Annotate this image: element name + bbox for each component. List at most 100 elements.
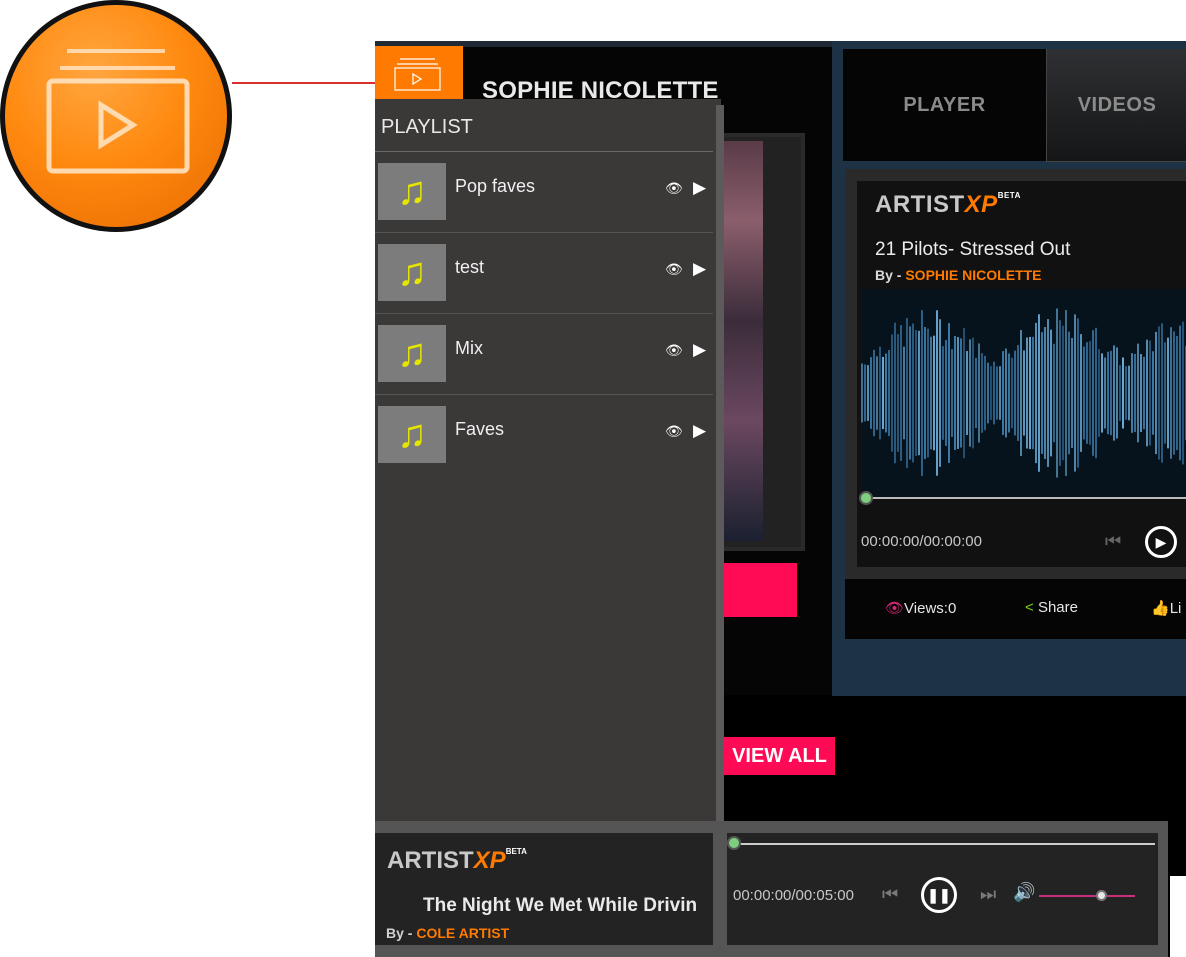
eye-icon[interactable]: 👁 [665,261,683,278]
waveform-bar [1113,345,1115,441]
waveform-bar [969,339,971,447]
play-icon[interactable]: ▶ [693,178,706,198]
play-icon[interactable]: ▶ [693,340,706,360]
waveform-bar [1083,346,1085,440]
mini-seek-bar[interactable] [735,843,1155,845]
waveform-bar [1038,314,1040,472]
eye-icon[interactable]: 👁 [665,423,683,440]
eye-icon[interactable]: 👁 [665,342,683,359]
logo-accent: XP [964,191,998,218]
waveform-bar [1119,365,1121,421]
play-button[interactable]: ▶ [1145,526,1177,558]
waveform-bar [1017,345,1019,441]
waveform-bar [1149,340,1151,446]
prev-icon[interactable]: ⏮ [882,884,898,905]
next-icon[interactable]: ⏭ [980,884,996,905]
waveform-bar [897,334,899,452]
artist-link[interactable]: COLE ARTIST [416,925,509,941]
player-tabs: PLAYER VIDEOS [843,49,1186,162]
waveform-bar [1050,329,1052,457]
mini-player-info: ARTISTXPBETA The Night We Met While Driv… [375,833,713,945]
waveform-bar [918,330,920,456]
waveform-bar [1161,323,1163,463]
waveform-bar [951,349,953,437]
tab-videos[interactable]: VIDEOS [1046,49,1186,162]
audio-player: ARTISTXPBETA 21 Pilots- Stressed Out By … [845,169,1186,579]
logo-badge: BETA [997,191,1021,200]
waveform-bar [981,353,983,433]
waveform-bar [927,328,929,458]
app-window: SOPHIE NICOLETTE PLAYER VIDEOS ARTISTXPB… [375,41,1186,957]
eye-icon: 👁 [885,600,905,617]
waveform-bar [975,357,977,429]
waveform-bar [1074,314,1076,472]
pause-button[interactable]: ❚❚ [921,877,957,913]
playlist-item[interactable]: ♫ Faves 👁 ▶ [375,395,713,475]
mini-seek-handle[interactable] [727,836,741,850]
playlist-item[interactable]: ♫ test 👁 ▶ [375,233,713,314]
waveform-bar [1110,350,1112,436]
playlist-toggle-button[interactable] [375,46,463,99]
share-label: Share [1037,599,1078,616]
artist-link[interactable]: SOPHIE NICOLETTE [905,267,1041,283]
waveform-bar [1095,327,1097,459]
view-all-button[interactable]: VIEW ALL [724,737,835,775]
playlist-item[interactable]: ♫ Mix 👁 ▶ [375,314,713,395]
waveform-bar [963,327,965,459]
waveform-bar [966,351,968,435]
waveform-bar [1080,334,1082,452]
waveform-bar [945,340,947,446]
waveform-bar [1137,343,1139,443]
share-button[interactable]: < Share [1025,599,1078,616]
volume-icon[interactable]: 🔊 [1013,882,1035,903]
waveform-bar [1116,347,1118,439]
playlist-icon [46,49,190,174]
artist-action-button[interactable] [720,563,797,617]
mini-player-controls: 00:00:00/00:05:00 ⏮ ❚❚ ⏭ 🔊 [727,833,1158,945]
waveform-bar [1011,357,1013,429]
waveform-bar [1128,365,1130,421]
waveform-bar [972,337,974,449]
waveform-bar [921,310,923,476]
tab-player[interactable]: PLAYER [843,49,1046,161]
seek-handle[interactable] [859,491,873,505]
waveform-bar [1059,320,1061,466]
page-edge [1170,876,1186,957]
waveform-bar [1176,335,1178,451]
playlist-icon [394,58,441,91]
prev-icon[interactable]: ⏮ [1105,531,1121,552]
waveform-bar [957,337,959,449]
playlist-scrollbar[interactable] [716,105,724,821]
waveform-bar [960,338,962,448]
waveform-bar [1086,342,1088,444]
waveform-bar [933,335,935,451]
play-icon[interactable]: ▶ [693,259,706,279]
waveform-bar [996,366,998,420]
playlist-item[interactable]: ♫ Pop faves 👁 ▶ [375,152,713,233]
callout-line [232,82,392,84]
playlist-item-label: Pop faves [455,176,536,196]
waveform-bar [930,336,932,450]
like-button[interactable]: 👍Li [1151,599,1181,617]
waveform-bar [1026,337,1028,449]
seek-bar[interactable] [864,497,1186,499]
eye-icon[interactable]: 👁 [665,180,683,197]
waveform-bar [912,323,914,463]
waveform-bar [1164,342,1166,444]
track-title: 21 Pilots- Stressed Out [875,239,1071,260]
by-label: By - [875,267,906,283]
volume-slider[interactable] [1039,895,1135,897]
waveform-bar [936,310,938,476]
waveform-bar [1167,337,1169,449]
play-icon: ▶ [1155,534,1167,550]
waveform-bar [1140,354,1142,432]
waveform-bar [1020,330,1022,456]
volume-handle[interactable] [1096,890,1108,901]
play-icon[interactable]: ▶ [693,421,706,441]
waveform-bar [1002,351,1004,435]
waveform-bar [942,346,944,440]
music-note-icon: ♫ [378,163,446,220]
by-label: By - [386,925,417,941]
waveform-bar [1125,366,1127,420]
waveform-bar [870,357,872,429]
